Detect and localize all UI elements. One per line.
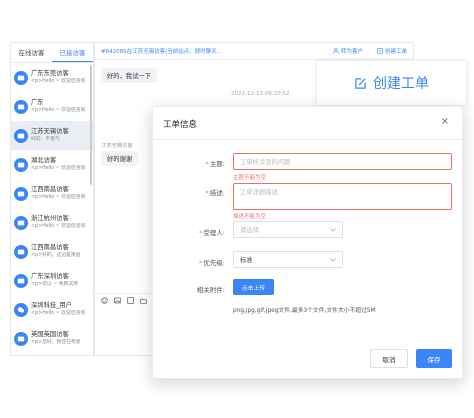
priority-label-text: 优先级:	[203, 259, 225, 267]
required-marker: *	[199, 229, 203, 237]
transfer-customer-label: 转为客户	[340, 49, 363, 55]
visitor-tabs: 在线访客 已接访客	[11, 43, 93, 63]
required-marker: *	[205, 160, 209, 168]
list-item[interactable]: 广东深圳访客 <p>可以 ~ 免费试用	[11, 266, 93, 295]
visitor-last-message: <p>好的，这边是南昌	[31, 253, 81, 258]
chevron-down-icon	[330, 257, 336, 262]
tab-online-visitors[interactable]: 在线访客	[11, 43, 52, 62]
chat-title: #642085在江苏无锡访客(当前站点：即时聊天...	[101, 49, 222, 55]
message-sender: 江苏无锡访客	[101, 143, 133, 149]
visitor-name: 广东东莞访客	[31, 70, 69, 77]
tab-accepted-visitors[interactable]: 已接访客	[52, 43, 93, 62]
user-icon	[333, 48, 339, 54]
modal-title: 工单信息	[163, 120, 198, 130]
create-ticket-link[interactable]: 创建工单	[377, 47, 407, 55]
list-item[interactable]: 江西南昌访客 <p>好的，这边是南昌	[11, 237, 93, 266]
chat-header: #642085在江苏无锡访客(当前站点：即时聊天... 转为客户 创建工单	[95, 43, 413, 60]
visitor-last-message: <p>Hello ~ 欢迎您咨询	[31, 166, 86, 171]
visitor-sidebar: 在线访客 已接访客 广东东莞访客 <p>Hello ~ 欢迎您咨询 广东 <p>He…	[10, 42, 94, 356]
visitor-name: 江苏无锡访客	[31, 128, 69, 135]
file-icon[interactable]	[127, 297, 134, 304]
transfer-customer-button[interactable]: 转为客户	[333, 47, 363, 55]
required-marker: *	[205, 189, 209, 197]
modal-divider	[153, 139, 462, 140]
upload-button[interactable]: 点击上传	[233, 279, 274, 295]
visitor-last-message: <p>可以 ~ 免费试用	[31, 282, 78, 287]
message-timestamp: 2022-12-13 09:20:52	[231, 91, 290, 97]
visitor-name: 广东深圳访客	[31, 273, 69, 280]
edit-icon	[355, 77, 366, 89]
required-marker: *	[199, 259, 203, 267]
subject-error: 主题不能为空	[233, 175, 267, 181]
chevron-down-icon	[330, 227, 336, 232]
chat-icon	[14, 244, 28, 259]
visitor-last-message: <p>Hello ~ 欢迎您咨询	[31, 224, 86, 229]
wechat-icon	[14, 302, 28, 317]
chat-icon	[14, 215, 28, 230]
assignee-label: *受理人:	[165, 227, 225, 237]
emoji-icon[interactable]	[101, 297, 108, 304]
visitor-last-message: <p>Hello ~ 欢迎您咨询	[31, 108, 86, 113]
subject-placeholder: 工单所涉及的问题	[240, 159, 291, 166]
chat-icon	[14, 99, 28, 114]
visitor-last-message: <p>您好，我还在考虑	[31, 340, 81, 345]
description-error: 描述不能为空	[233, 214, 267, 220]
chat-icon	[14, 70, 28, 85]
priority-select[interactable]: 标准	[233, 251, 343, 268]
cancel-button[interactable]: 取消	[370, 349, 408, 368]
upload-hint: png,jpg,gif,jpeg文件,最多3个文件,文件大小不超过5M	[233, 308, 376, 314]
list-item[interactable]: 湖北访客 <p>Hello ~ 欢迎您咨询	[11, 150, 93, 179]
list-item[interactable]: 江苏无锡访客 好的，不客气	[11, 121, 93, 150]
list-item[interactable]: 英国英国访客 <p>您好，我还在考虑	[11, 324, 93, 353]
list-scrollbar[interactable]	[90, 65, 92, 185]
priority-value: 标准	[240, 257, 253, 264]
visitor-name: 江西南昌访客	[31, 244, 69, 251]
message-bubble: 好的谢谢	[101, 151, 139, 166]
list-item[interactable]: 广东 <p>Hello ~ 欢迎您咨询	[11, 92, 93, 121]
create-ticket-card[interactable]: 创建工单	[316, 60, 467, 106]
create-ticket-label: 创建工单	[373, 76, 429, 92]
attachment-label: 相关附件:	[196, 286, 225, 294]
visitor-name: 湖北访客	[31, 157, 57, 164]
folder-icon[interactable]	[140, 297, 147, 304]
list-item[interactable]: 深圳科技_用户 <p>Hello ~ 欢迎您咨询	[11, 295, 93, 324]
visitor-name: 浙江杭州访客	[31, 215, 69, 222]
visitor-name: 广东	[31, 99, 44, 106]
ticket-modal: 工单信息 × *主题: 工单所涉及的问题 主题不能为空 *描述: 工单详细描述 …	[152, 106, 463, 379]
visitor-last-message: <p>Hello ~ 欢迎您咨询	[31, 195, 86, 200]
list-item[interactable]: 广东东莞访客 <p>Hello ~ 欢迎您咨询	[11, 63, 93, 92]
description-label: *描述:	[165, 187, 225, 197]
visitor-name: 江西南昌访客	[31, 186, 69, 193]
chat-icon	[14, 128, 28, 143]
description-placeholder: 工单详细描述	[240, 189, 278, 196]
image-icon[interactable]	[114, 297, 121, 304]
visitor-list: 广东东莞访客 <p>Hello ~ 欢迎您咨询 广东 <p>Hello ~ 欢迎您咨…	[11, 63, 93, 355]
assignee-placeholder: 请选择	[240, 227, 259, 234]
list-item[interactable]: 江西南昌访客 <p>Hello ~ 欢迎您咨询	[11, 179, 93, 208]
visitor-name: 深圳科技_用户	[31, 302, 72, 309]
visitor-last-message: <p>Hello ~ 欢迎您咨询	[31, 79, 86, 84]
visitor-last-message: 好的，不客气	[31, 137, 60, 142]
chat-icon	[14, 186, 28, 201]
priority-label: *优先级:	[165, 257, 225, 267]
create-ticket-link-label: 创建工单	[384, 49, 407, 55]
assignee-select[interactable]: 请选择	[233, 221, 343, 238]
message-bubble: 好的，我试一下	[101, 68, 158, 83]
description-label-text: 描述:	[209, 189, 225, 197]
description-textarea[interactable]: 工单详细描述	[233, 183, 452, 210]
list-item[interactable]: 浙江杭州访客 <p>Hello ~ 欢迎您咨询	[11, 208, 93, 237]
subject-label: *主题:	[165, 158, 225, 168]
visitor-last-message: <p>Hello ~ 欢迎您咨询	[31, 311, 86, 316]
chat-icon	[14, 157, 28, 172]
visitor-name: 英国英国访客	[31, 331, 69, 338]
assignee-label-text: 受理人:	[203, 229, 225, 237]
edit-icon	[377, 48, 383, 54]
chat-icon	[14, 273, 28, 288]
close-icon[interactable]: ×	[441, 116, 449, 127]
save-button[interactable]: 保存	[416, 349, 452, 368]
chat-icon	[14, 331, 28, 346]
subject-label-text: 主题:	[209, 160, 225, 168]
subject-input[interactable]: 工单所涉及的问题	[233, 153, 452, 170]
